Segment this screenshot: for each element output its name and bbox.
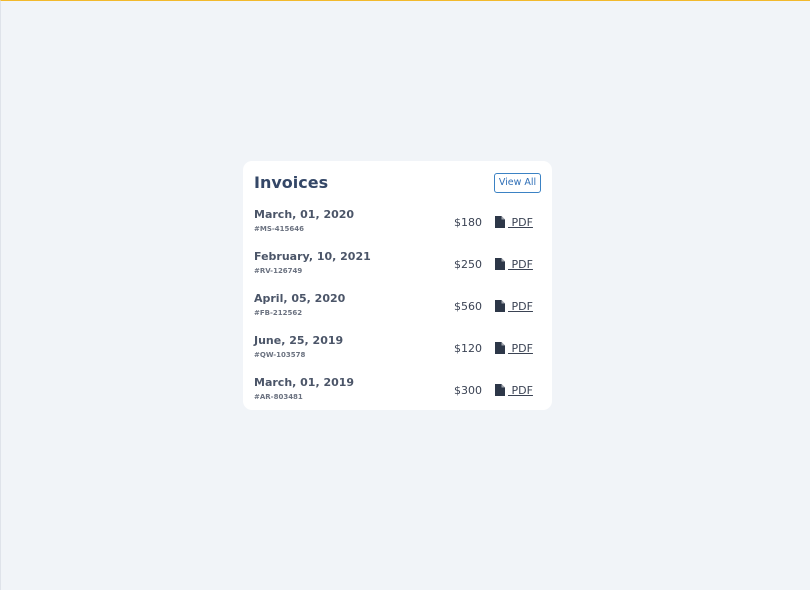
invoices-card: Invoices View All March, 01, 2020 #MS-41…	[243, 161, 552, 410]
file-icon	[495, 384, 505, 396]
pdf-label[interactable]: PDF	[508, 384, 532, 397]
pdf-link[interactable]: PDF	[495, 215, 533, 229]
invoice-amount: $300	[454, 384, 482, 397]
pdf-link[interactable]: PDF	[495, 299, 533, 313]
invoice-row: March, 01, 2019 #AR-803481 $300 PDF	[254, 376, 544, 418]
invoice-list: March, 01, 2020 #MS-415646 $180 PDF Febr…	[254, 208, 544, 418]
pdf-label[interactable]: PDF	[508, 258, 532, 271]
pdf-label[interactable]: PDF	[508, 216, 532, 229]
invoice-amount: $120	[454, 342, 482, 355]
pdf-label[interactable]: PDF	[508, 300, 532, 313]
invoice-row: April, 05, 2020 #FB-212562 $560 PDF	[254, 292, 544, 334]
view-all-button[interactable]: View All	[494, 173, 541, 193]
invoice-date: March, 01, 2020	[254, 208, 355, 221]
file-icon	[495, 300, 505, 312]
pdf-link[interactable]: PDF	[495, 257, 533, 271]
invoice-row: June, 25, 2019 #QW-103578 $120 PDF	[254, 334, 544, 376]
pdf-label[interactable]: PDF	[508, 342, 532, 355]
invoice-code: #RV-126749	[254, 267, 303, 275]
invoice-date: March, 01, 2019	[254, 376, 355, 389]
file-icon	[495, 216, 505, 228]
invoice-row: February, 10, 2021 #RV-126749 $250 PDF	[254, 250, 544, 292]
invoice-code: #AR-803481	[254, 393, 303, 401]
invoice-amount: $250	[454, 258, 482, 271]
invoice-amount: $560	[454, 300, 482, 313]
file-icon	[495, 258, 505, 270]
pdf-link[interactable]: PDF	[495, 341, 533, 355]
invoice-code: #FB-212562	[254, 309, 303, 317]
file-icon	[495, 342, 505, 354]
pdf-link[interactable]: PDF	[495, 383, 533, 397]
invoice-date: June, 25, 2019	[254, 334, 344, 347]
invoice-amount: $180	[454, 216, 482, 229]
invoice-code: #MS-415646	[254, 225, 305, 233]
invoice-date: April, 05, 2020	[254, 292, 346, 305]
card-title: Invoices	[254, 173, 329, 192]
invoice-code: #QW-103578	[254, 351, 306, 359]
invoice-row: March, 01, 2020 #MS-415646 $180 PDF	[254, 208, 544, 250]
invoice-date: February, 10, 2021	[254, 250, 371, 263]
